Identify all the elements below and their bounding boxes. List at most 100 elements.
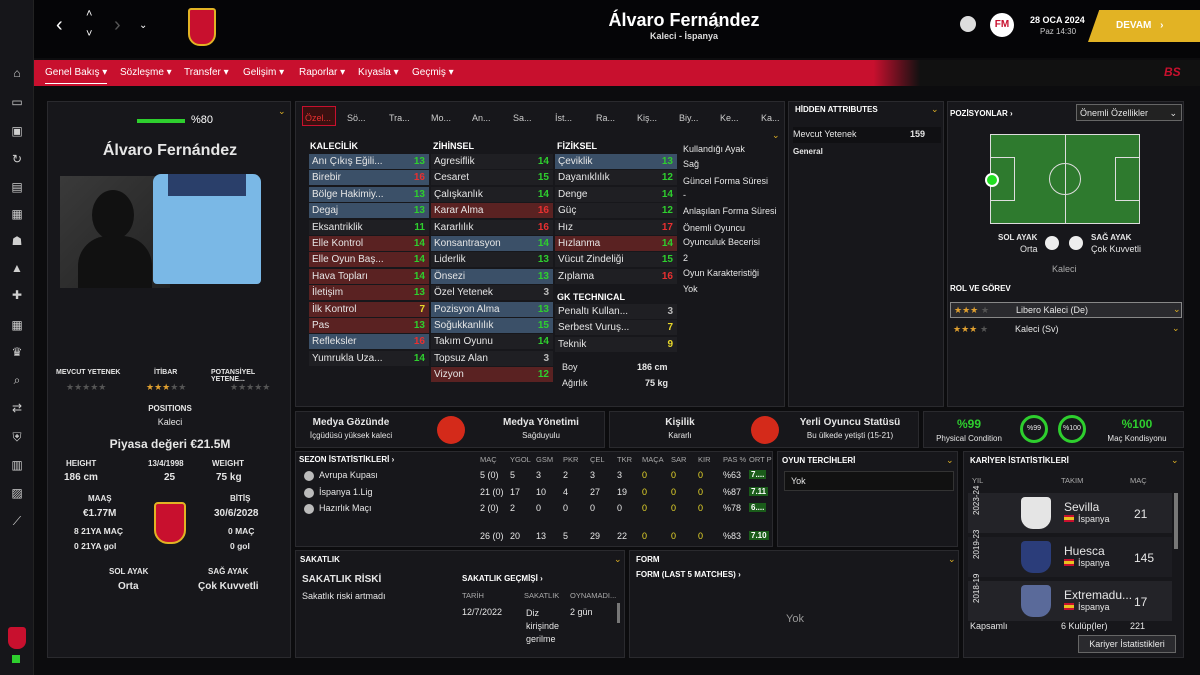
search-icon[interactable]: ⌕ — [714, 16, 722, 33]
season-col: MAÇ — [480, 455, 497, 464]
gk-attr-label: Eksantriklik — [312, 221, 363, 233]
mental-attr-label: Kararlılık — [434, 221, 474, 233]
tab-7[interactable]: Ra... — [596, 113, 615, 123]
positions-title[interactable]: POZİSYONLAR › — [950, 109, 1013, 118]
season-title[interactable]: SEZON İSTATİSTİKLERİ › — [299, 455, 394, 464]
injury-out: 2 gün — [570, 607, 593, 617]
tab-10[interactable]: Ke... — [720, 113, 739, 123]
info-item: Oyunculuk Becerisi — [683, 237, 761, 247]
globe-icon[interactable] — [960, 16, 976, 32]
data-icon[interactable]: ▤ — [9, 180, 25, 194]
home-icon[interactable]: ⌂ — [9, 66, 25, 80]
gk-attr-value: 14 — [413, 270, 425, 282]
mental-attr-label: Çalışkanlık — [434, 188, 483, 200]
menu-history[interactable]: Geçmiş ▾ — [412, 67, 454, 78]
season-cell: 2 — [563, 470, 569, 480]
menu-overview[interactable]: Genel Bakış ▾ — [45, 67, 108, 84]
phys-ring: %99 — [1020, 415, 1048, 443]
menu-compare[interactable]: Kıyasla ▾ — [358, 67, 399, 78]
board-icon[interactable]: ⟋ — [9, 514, 25, 528]
menu-dropdown-icon[interactable]: ⌄ — [139, 20, 147, 31]
tab-8[interactable]: Kiş... — [637, 113, 657, 123]
injury-chevron-icon[interactable]: ⌄ — [614, 554, 622, 565]
mental-attr-value: 14 — [537, 336, 549, 348]
tab-2[interactable]: Tra... — [389, 113, 410, 123]
tab-1[interactable]: Sö... — [347, 113, 366, 123]
mental-attr-row: Agresiflik 14 — [431, 154, 553, 169]
age-value: 25 — [164, 472, 176, 483]
training-icon[interactable]: ▲ — [9, 261, 25, 275]
transfers-icon[interactable]: ⇄ — [9, 401, 25, 415]
inbox-icon[interactable]: ▭ — [9, 95, 25, 109]
fm-logo-icon[interactable]: FM — [990, 13, 1014, 37]
info-item: Güncel Forma Süresi — [683, 176, 769, 186]
mental-attr-value: 16 — [537, 221, 549, 233]
scouting-icon[interactable]: ⌕ — [9, 373, 25, 387]
form-title: FORM — [636, 555, 660, 564]
mental-attr-row: Vizyon 12 — [431, 367, 553, 383]
goals: 0 gol — [230, 541, 250, 551]
career-year: 2023-24 — [972, 485, 981, 515]
menu-transfer[interactable]: Transfer ▾ — [184, 67, 229, 78]
chevron-down-icon[interactable]: ⌄ — [278, 106, 286, 117]
reputation-stars: ★★★★★ — [146, 382, 187, 392]
menu-right-label[interactable]: BS — [1164, 65, 1181, 79]
injury-history-title[interactable]: SAKATLIK GEÇMİŞİ › — [462, 574, 543, 583]
season-col: YGOL — [510, 455, 531, 464]
career-scrollbar[interactable] — [1174, 493, 1178, 549]
role-row-1[interactable]: ★★★ ★ Libero Kaleci (De) ⌄ — [950, 302, 1182, 318]
injury-col-date: TARİH — [462, 591, 484, 600]
season-cell: 5 — [510, 470, 516, 480]
tab-9[interactable]: Biy... — [679, 113, 698, 123]
hidden-chevron-icon[interactable]: ⌄ — [931, 104, 939, 115]
flag-icon — [1064, 515, 1074, 522]
menu-contract[interactable]: Sözleşme ▾ — [120, 67, 172, 78]
menu-reports[interactable]: Raporlar ▾ — [299, 67, 345, 78]
career-chevron-icon[interactable]: ⌄ — [1171, 455, 1179, 466]
ca-label: MEVCUT YETENEK — [56, 369, 121, 376]
role-row-2[interactable]: ★★★ ★ Kaleci (Sv) ⌄ — [950, 322, 1182, 338]
status-icon — [12, 655, 20, 663]
tab-4[interactable]: An... — [472, 113, 491, 123]
staff-icon[interactable]: ☗ — [9, 234, 25, 248]
finance-icon[interactable]: ▥ — [9, 458, 25, 472]
tab-6[interactable]: İst... — [555, 113, 572, 123]
medical-icon[interactable]: ✚ — [9, 288, 25, 302]
pref-chevron-icon[interactable]: ⌄ — [946, 455, 954, 466]
attributes-chevron-icon[interactable]: ⌄ — [772, 130, 780, 141]
tab-3[interactable]: Mo... — [431, 113, 451, 123]
gk-attr-label: Birebir — [312, 172, 341, 184]
forward-icon[interactable]: › — [114, 14, 121, 37]
continue-button[interactable]: DEVAM › — [1088, 10, 1200, 42]
club-icon[interactable]: ⛨ — [9, 430, 25, 444]
injury-scrollbar[interactable] — [617, 603, 620, 623]
form-chevron-icon[interactable]: ⌄ — [948, 554, 956, 565]
menu-development[interactable]: Gelişim ▾ — [243, 67, 284, 78]
season-col: TKR — [617, 455, 632, 464]
physical-attr-value: 12 — [661, 172, 673, 184]
club-crest-icon[interactable] — [8, 627, 26, 649]
form-sub[interactable]: FORM (LAST 5 MATCHES) › — [636, 570, 741, 579]
gktech-attr-row: Serbest Vuruş... 7 — [555, 320, 677, 336]
career-stats-button[interactable]: Kariyer İstatistikleri — [1078, 635, 1176, 653]
dev-icon[interactable]: ▨ — [9, 486, 25, 500]
tab-5[interactable]: Sa... — [513, 113, 532, 123]
report-icon[interactable]: ▦ — [9, 207, 25, 221]
mental-attr-value: 12 — [537, 369, 549, 381]
contract-end-label: BİTİŞ — [230, 494, 251, 503]
up-icon[interactable]: ˄ — [86, 8, 92, 20]
tab-11[interactable]: Ka... — [761, 113, 780, 123]
tactics-icon[interactable]: ↻ — [9, 152, 25, 166]
back-icon[interactable]: ‹ — [56, 14, 63, 37]
season-cell: 0 — [698, 470, 704, 480]
tab-0[interactable]: Özel... — [305, 113, 331, 123]
calendar-icon[interactable]: ▦ — [9, 318, 25, 332]
injury-risk-title: SAKATLIK RİSKİ — [302, 574, 382, 585]
down-icon[interactable]: ˅ — [86, 28, 92, 40]
wage-value: €1.77M — [83, 508, 117, 519]
season-cell: 2 (0) — [480, 503, 499, 513]
trophy-icon[interactable]: ♛ — [9, 345, 25, 359]
positions-dropdown[interactable]: Önemli Özellikler ⌄ — [1076, 104, 1182, 121]
gk-position-marker — [985, 173, 999, 187]
squad-icon[interactable]: ▣ — [9, 124, 25, 138]
